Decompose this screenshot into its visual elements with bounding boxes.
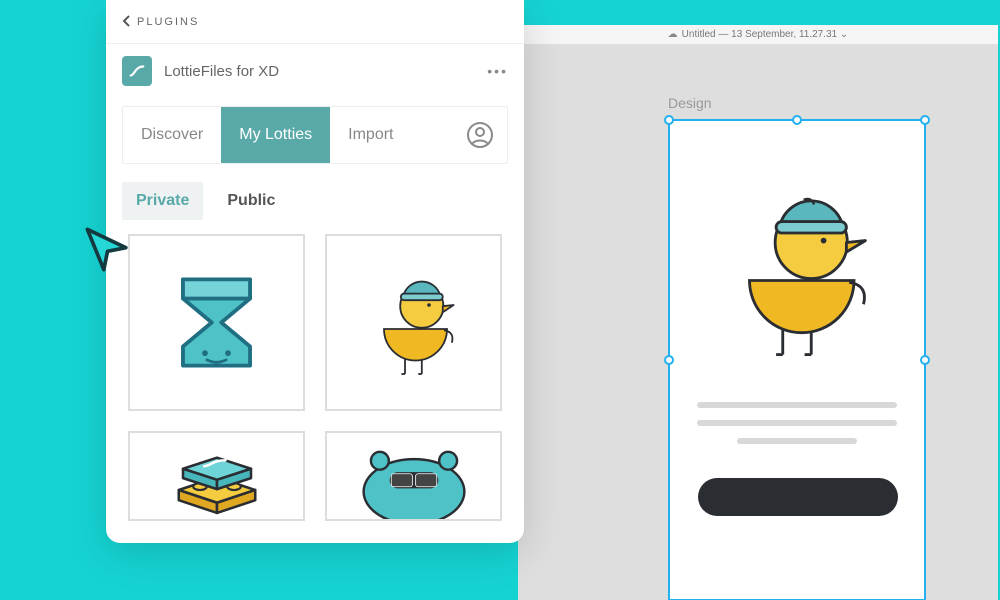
- lottiefiles-icon: [122, 56, 152, 86]
- selection-handle[interactable]: [664, 355, 674, 365]
- xd-window: ☁ Untitled — 13 September, 11.27.31 ⌄ De…: [518, 25, 998, 600]
- artboard-cta-button[interactable]: [698, 478, 898, 516]
- lottie-item-hippo[interactable]: [325, 431, 502, 521]
- sub-tabs: Private Public: [106, 182, 524, 234]
- placeholder-text-lines: [698, 402, 896, 444]
- plugin-name: LottieFiles for XD: [164, 63, 487, 80]
- selection-handle[interactable]: [792, 115, 802, 125]
- document-title: Untitled — 13 September, 11.27.31 ⌄: [682, 29, 849, 40]
- tab-discover[interactable]: Discover: [123, 107, 221, 163]
- selection-handle[interactable]: [664, 115, 674, 125]
- subtab-public[interactable]: Public: [213, 182, 289, 220]
- back-button[interactable]: [122, 14, 131, 30]
- artboard[interactable]: [668, 119, 926, 600]
- more-options-button[interactable]: •••: [487, 63, 508, 79]
- subtab-private[interactable]: Private: [122, 182, 203, 220]
- xd-canvas[interactable]: Design: [518, 45, 998, 600]
- panel-header: PLUGINS: [106, 0, 524, 44]
- main-tabs: Discover My Lotties Import: [123, 107, 507, 163]
- cloud-icon: ☁: [668, 29, 678, 40]
- artboard-label[interactable]: Design: [668, 95, 998, 111]
- xd-titlebar: ☁ Untitled — 13 September, 11.27.31 ⌄: [518, 25, 998, 45]
- tab-my-lotties[interactable]: My Lotties: [221, 107, 330, 163]
- selection-handle[interactable]: [920, 355, 930, 365]
- plugin-panel: PLUGINS LottieFiles for XD ••• Discover …: [106, 0, 524, 543]
- bird-illustration: [702, 176, 892, 366]
- tab-import[interactable]: Import: [330, 107, 411, 163]
- plugin-row: LottieFiles for XD •••: [106, 44, 524, 106]
- lottie-grid: [106, 234, 524, 543]
- lottie-item-hourglass[interactable]: [128, 234, 305, 411]
- tab-card: Discover My Lotties Import: [122, 106, 508, 164]
- panel-title: PLUGINS: [137, 16, 199, 28]
- lottie-item-bird[interactable]: [325, 234, 502, 411]
- profile-icon[interactable]: [467, 122, 493, 148]
- lottie-item-blocks[interactable]: [128, 431, 305, 521]
- selection-handle[interactable]: [920, 115, 930, 125]
